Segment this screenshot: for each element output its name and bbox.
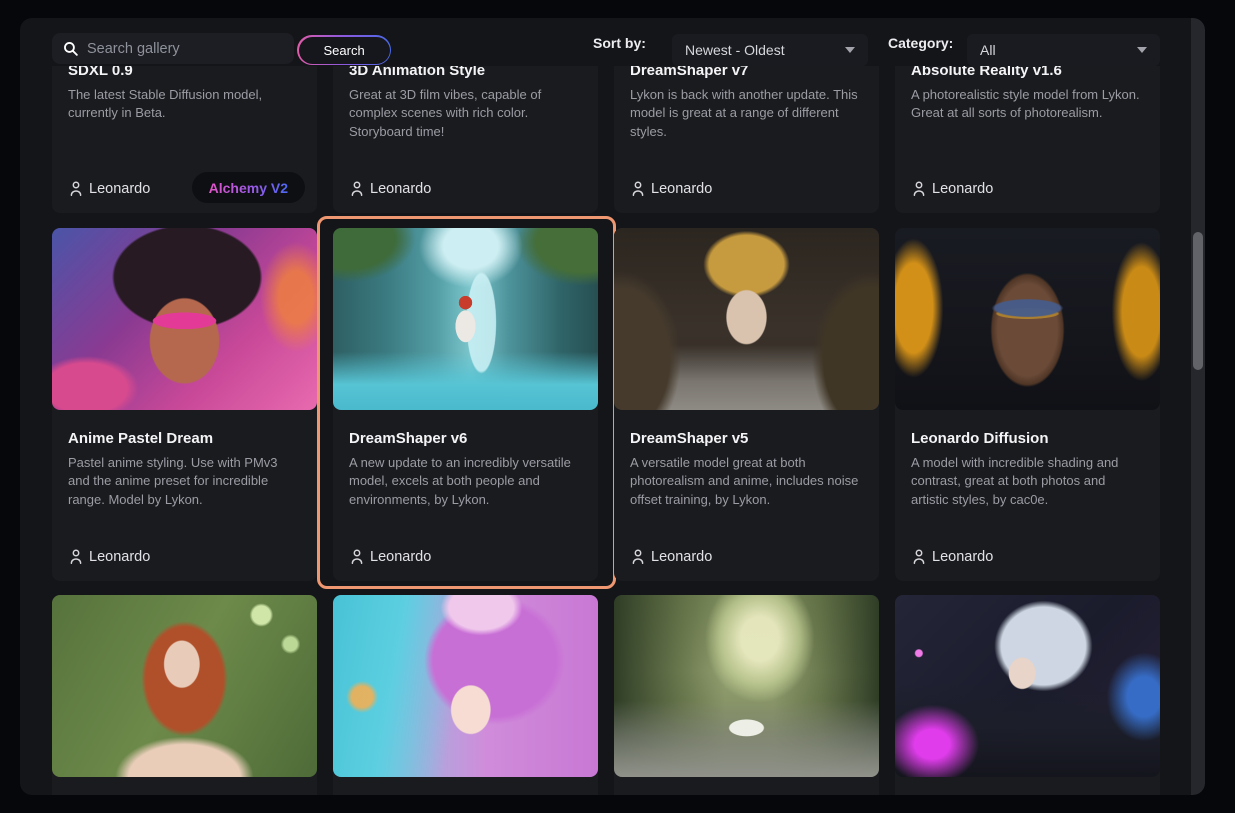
author-row: Leonardo xyxy=(630,548,712,566)
sort-dropdown[interactable]: Newest - Oldest xyxy=(672,34,868,66)
search-box[interactable] xyxy=(52,33,294,64)
model-description: A photorealistic style model from Lykon.… xyxy=(911,86,1144,123)
category-label: Category: xyxy=(888,18,953,66)
author-name: Leonardo xyxy=(932,181,993,197)
scrollbar-track[interactable] xyxy=(1191,18,1205,795)
model-card-dreamshaper-v6-selected[interactable]: DreamShaper v6 A new update to an incred… xyxy=(333,228,598,581)
user-icon xyxy=(349,548,365,566)
model-card-dreamshaper-v5[interactable]: DreamShaper v5 A versatile model great a… xyxy=(614,228,879,581)
model-title: DreamShaper v5 xyxy=(630,430,863,447)
anime-pink-hair-image[interactable] xyxy=(333,595,598,777)
model-row-1: SDXL 0.9 The latest Stable Diffusion mod… xyxy=(52,66,1160,213)
author-name: Leonardo xyxy=(932,549,993,565)
fantasy-warrior-image[interactable] xyxy=(895,595,1160,777)
model-title: Leonardo Diffusion xyxy=(911,430,1144,447)
leonardo-diffusion-image[interactable] xyxy=(895,228,1160,410)
model-description: A versatile model great at both photorea… xyxy=(630,454,863,509)
model-row-2: Anime Pastel Dream Pastel anime styling.… xyxy=(52,228,1160,581)
dreamshaper-v6-image[interactable] xyxy=(333,228,598,410)
portrait-redhead-image[interactable] xyxy=(52,595,317,777)
model-card-portrait-redhead[interactable] xyxy=(52,595,317,795)
model-title: Absolute Reality v1.6 xyxy=(911,66,1144,79)
user-icon xyxy=(68,548,84,566)
model-description: Great at 3D film vibes, capable of compl… xyxy=(349,86,582,141)
author-name: Leonardo xyxy=(370,181,431,197)
model-description: Lykon is back with another update. This … xyxy=(630,86,863,141)
model-card-3d-animation-style[interactable]: 3D Animation Style Great at 3D film vibe… xyxy=(333,66,598,213)
user-icon xyxy=(911,548,927,566)
author-name: Leonardo xyxy=(89,549,150,565)
model-card-anime-pink-hair[interactable] xyxy=(333,595,598,795)
model-title: DreamShaper v7 xyxy=(630,66,863,79)
chevron-down-icon xyxy=(1137,47,1147,53)
anime-pastel-dream-image[interactable] xyxy=(52,228,317,410)
category-dropdown[interactable]: All xyxy=(967,34,1160,66)
author-row: Leonardo xyxy=(68,548,150,566)
user-icon xyxy=(349,180,365,198)
author-name: Leonardo xyxy=(370,549,431,565)
model-card-absolute-reality[interactable]: Absolute Reality v1.6 A photorealistic s… xyxy=(895,66,1160,213)
chevron-down-icon xyxy=(845,47,855,53)
search-icon xyxy=(62,40,79,57)
sort-dropdown-value: Newest - Oldest xyxy=(685,42,785,58)
model-card-anime-pastel-dream[interactable]: Anime Pastel Dream Pastel anime styling.… xyxy=(52,228,317,581)
model-card-leonardo-diffusion[interactable]: Leonardo Diffusion A model with incredib… xyxy=(895,228,1160,581)
model-description: A model with incredible shading and cont… xyxy=(911,454,1144,509)
author-row: Leonardo xyxy=(911,548,993,566)
author-row: Leonardo xyxy=(911,180,993,198)
gallery-panel: Search Sort by: Newest - Oldest Category… xyxy=(20,18,1205,795)
author-row: Leonardo xyxy=(630,180,712,198)
author-name: Leonardo xyxy=(651,549,712,565)
author-name: Leonardo xyxy=(89,181,150,197)
model-title: Anime Pastel Dream xyxy=(68,430,301,447)
author-name: Leonardo xyxy=(651,181,712,197)
model-card-fantasy-warrior[interactable] xyxy=(895,595,1160,795)
gallery-header: Search Sort by: Newest - Oldest Category… xyxy=(20,18,1205,66)
user-icon xyxy=(68,180,84,198)
user-icon xyxy=(911,180,927,198)
author-row: Leonardo xyxy=(68,180,150,198)
model-title: SDXL 0.9 xyxy=(68,66,301,79)
alchemy-badge: Alchemy V2 xyxy=(192,172,305,203)
model-title: DreamShaper v6 xyxy=(349,430,582,447)
model-grid: SDXL 0.9 The latest Stable Diffusion mod… xyxy=(20,66,1205,795)
gallery-viewport: SDXL 0.9 The latest Stable Diffusion mod… xyxy=(20,66,1205,795)
author-row: Leonardo xyxy=(349,548,431,566)
model-description: Pastel anime styling. Use with PMv3 and … xyxy=(68,454,301,509)
model-card-forest-car[interactable] xyxy=(614,595,879,795)
model-card-sdxl-0-9[interactable]: SDXL 0.9 The latest Stable Diffusion mod… xyxy=(52,66,317,213)
search-button[interactable]: Search xyxy=(297,35,391,65)
scrollbar-thumb[interactable] xyxy=(1193,232,1203,370)
model-title: 3D Animation Style xyxy=(349,66,582,79)
search-button-label: Search xyxy=(299,37,390,64)
category-dropdown-value: All xyxy=(980,42,996,58)
alchemy-badge-label: Alchemy V2 xyxy=(209,180,288,196)
model-description: A new update to an incredibly versatile … xyxy=(349,454,582,509)
forest-car-image[interactable] xyxy=(614,595,879,777)
model-description: The latest Stable Diffusion model, curre… xyxy=(68,86,301,123)
dreamshaper-v5-image[interactable] xyxy=(614,228,879,410)
user-icon xyxy=(630,180,646,198)
search-input[interactable] xyxy=(87,41,284,57)
model-row-3 xyxy=(52,595,1160,795)
author-row: Leonardo xyxy=(349,180,431,198)
model-card-dreamshaper-v7[interactable]: DreamShaper v7 Lykon is back with anothe… xyxy=(614,66,879,213)
sort-by-label: Sort by: xyxy=(593,18,646,66)
user-icon xyxy=(630,548,646,566)
